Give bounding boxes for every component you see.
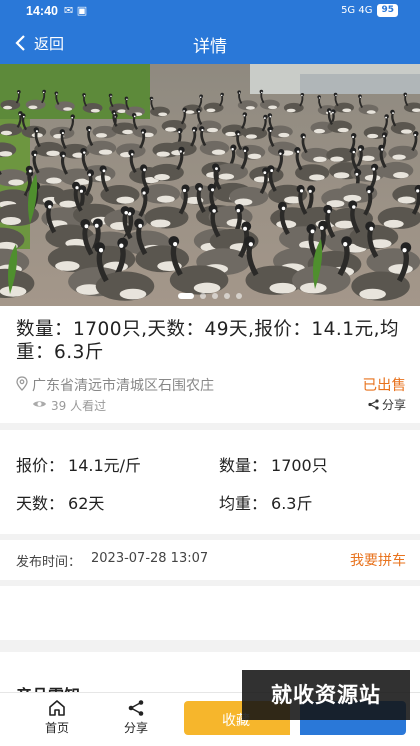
listing-headline: 数量：1700只,天数：49天,报价：14.1元,均重：6.3斤 xyxy=(16,319,399,363)
location-text: 广东省清远市清城区石围农庄 xyxy=(32,378,214,394)
carousel-dot[interactable] xyxy=(178,293,194,299)
carousel-dot[interactable] xyxy=(224,293,230,299)
carousel-dot[interactable] xyxy=(236,293,242,299)
share-button[interactable]: 分享 xyxy=(368,396,406,413)
tab-share-label: 分享 xyxy=(123,721,148,735)
tab-share[interactable]: 分享 xyxy=(111,699,161,736)
price-field: 报价： 14.1元/斤 xyxy=(16,452,141,476)
days-label: 天数： xyxy=(16,494,65,513)
carpool-link[interactable]: 我要拼车 xyxy=(350,550,406,570)
weight-field: 均重： 6.3斤 xyxy=(219,490,312,514)
publish-time: 2023-07-28 13:07 xyxy=(91,551,209,566)
details-card: 报价： 14.1元/斤 数量： 1700只 天数： 62天 均重： 6.3斤 xyxy=(0,430,420,534)
tab-home[interactable]: 首页 xyxy=(32,699,82,736)
section-title: 产品需知 xyxy=(16,682,80,692)
share-label: 分享 xyxy=(381,398,406,412)
price-value: 14.1元/斤 xyxy=(68,456,142,475)
status-indicators: 5G 4G 95 xyxy=(341,4,398,17)
days-field: 天数： 62天 xyxy=(16,490,104,514)
views-row: 39 人看过 分享 xyxy=(32,396,406,414)
carousel-dot[interactable] xyxy=(212,293,218,299)
blank-card xyxy=(0,586,420,640)
days-value: 62天 xyxy=(68,494,105,513)
weight-value: 6.3斤 xyxy=(271,494,313,513)
carousel-dots xyxy=(0,293,420,299)
signal-icon: 5G 4G xyxy=(341,5,373,16)
status-badge: 已出售 xyxy=(362,378,407,394)
tab-home-label: 首页 xyxy=(44,721,69,735)
carousel-dot[interactable] xyxy=(200,293,206,299)
quantity-value: 1700只 xyxy=(271,456,328,475)
summary-card: 数量：1700只,天数：49天,报价：14.1元,均重：6.3斤 广东省清远市清… xyxy=(0,306,420,423)
navbar: 返回 详情 xyxy=(0,22,420,64)
share-icon xyxy=(368,399,379,410)
quantity-field: 数量： 1700只 xyxy=(219,452,328,476)
publish-row: 发布时间： 2023-07-28 13:07 我要拼车 xyxy=(0,540,420,580)
view-count: 39 人看过 xyxy=(51,399,107,413)
quantity-label: 数量： xyxy=(219,456,268,475)
location-row: 广东省清远市清城区石围农庄 已出售 xyxy=(16,374,406,394)
status-time: 14:40 xyxy=(26,4,58,18)
geese-photo xyxy=(0,64,420,306)
watermark: 就收资源站 xyxy=(242,670,410,720)
price-label: 报价： xyxy=(16,456,65,475)
eye-icon xyxy=(33,401,46,407)
notification-icons: ✉ ▣ xyxy=(64,4,88,17)
status-bar: 14:40 ✉ ▣ 5G 4G 95 xyxy=(0,0,420,22)
product-photo-carousel[interactable] xyxy=(0,64,420,306)
page-title: 详情 xyxy=(193,37,227,57)
share-icon xyxy=(128,700,144,716)
location-pin-icon xyxy=(16,376,28,391)
home-icon xyxy=(49,700,65,716)
weight-label: 均重： xyxy=(219,494,268,513)
publish-label: 发布时间： xyxy=(16,555,82,570)
battery-icon: 95 xyxy=(377,4,398,17)
